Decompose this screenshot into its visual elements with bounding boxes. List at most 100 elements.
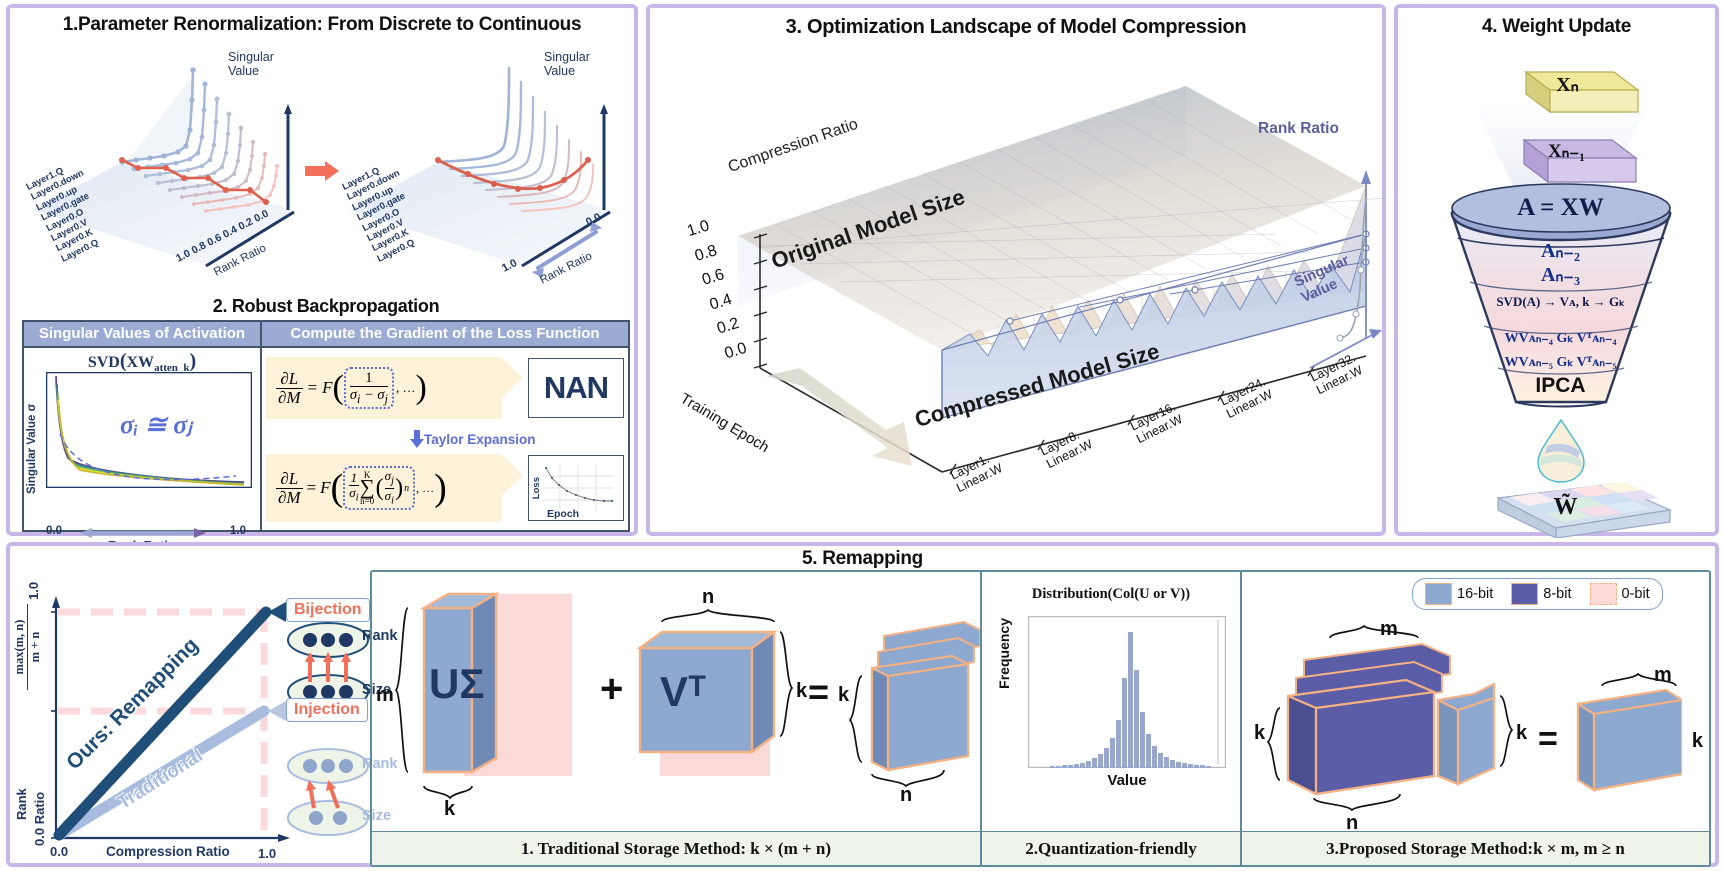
landscape-3d-svg xyxy=(738,86,1387,475)
weight-update-body: Xₙ Xₙ₋₁ A = XW Aₙ₋₂ Aₙ₋₃ SVD(A) → Vᴀ, k … xyxy=(1398,42,1723,538)
label-xn-1: Xₙ₋₁ xyxy=(1547,141,1586,162)
funnel-label-ipca: IPCA xyxy=(1535,374,1586,397)
training-epoch-arrow xyxy=(766,368,912,466)
swatch-16bit-icon xyxy=(1425,583,1452,605)
panel2-title: 2. Robust Backpropagation xyxy=(212,296,440,316)
plot-continuous-3d: Singular Value Layer1.Q Layer0.down Laye… xyxy=(340,42,622,292)
cell-quantization-friendly: Distribution(Col(U or V)) Frequency Valu… xyxy=(982,572,1242,865)
cell-traditional-storage: + = m k UΣ n k Vᵀ k n 1. Traditional Sto… xyxy=(372,572,982,865)
dim-n-v: n xyxy=(702,586,715,608)
dim-m-u: m xyxy=(376,684,394,706)
dim-k-mid: k xyxy=(1516,722,1528,744)
dim-k-u: k xyxy=(444,798,456,820)
funnel-formula-an3: Aₙ₋₃ xyxy=(1541,264,1580,286)
singular-value-axis-left: Singular Value xyxy=(228,50,274,79)
x-tick-hi: 1.0 xyxy=(258,846,277,861)
matrix-label-usigma: UΣ xyxy=(429,660,485,707)
funnel-formula-a-xw: A = XW xyxy=(1517,194,1604,221)
weight-update-svg xyxy=(1450,70,1673,538)
label-xn: Xₙ xyxy=(1556,74,1579,96)
swatch-0bit-icon xyxy=(1589,583,1617,605)
distribution-histogram xyxy=(1028,616,1226,768)
p2-x-hi: 1.0 xyxy=(230,525,246,537)
x-axis-label: Compression Ratio xyxy=(106,844,230,859)
y-axis-fraction: max(m, n) m + n xyxy=(12,604,43,690)
panel5-title: 5. Remapping xyxy=(802,548,923,569)
svg-text:+: + xyxy=(600,667,623,711)
dim-k-result: k xyxy=(838,684,850,706)
dim-k-stack: k xyxy=(1254,722,1266,744)
layer-tick-labels-left: Layer1.Q Layer0.down Layer0.up Layer0.ga… xyxy=(24,164,224,292)
dim-k-v: k xyxy=(796,680,808,702)
bijection-diagram xyxy=(287,622,369,710)
swatch-8bit-icon xyxy=(1511,583,1539,605)
nan-result-box: NAN xyxy=(528,358,624,418)
svd-caption: SVD(XWatten_k) xyxy=(87,350,197,375)
frequency-axis-label-wrap: Frequency xyxy=(996,618,1012,768)
p2-x-lo: 0.0 xyxy=(46,525,62,537)
panel-parameter-renormalization: 1.Parameter Renormalization: From Discre… xyxy=(6,4,638,553)
funnel-formula-wv4: WVᴀₙ₋₄ Gₖ Vᵀᴀₙ₋₄ xyxy=(1504,331,1617,346)
droplet-icon xyxy=(1537,418,1585,483)
x-tick-lo: 0.0 xyxy=(50,844,69,859)
loss-curve-box: Loss Epoch xyxy=(528,455,624,521)
layer-tick-labels-right: Layer1.Q Layer0.down Layer0.up Layer0.ga… xyxy=(340,164,416,264)
value-axis-label: Value xyxy=(1107,772,1147,789)
matrix-label-vt: Vᵀ xyxy=(660,668,707,715)
panel4-title: 4. Weight Update xyxy=(1482,16,1631,37)
dim-k-result-proposed: k xyxy=(1691,730,1703,752)
remapping-chart: 1.0 max(m, n) m + n Rank 0.0 Ratio 0.0 C… xyxy=(10,570,397,867)
svg-text:=: = xyxy=(1538,720,1558,758)
transition-arrow xyxy=(305,160,339,182)
sigma-equality: σᵢ ≅ σⱼ xyxy=(120,410,192,439)
p2-y-axis-label: Singular Value σ xyxy=(26,403,38,494)
gradient-formula-2: ∂L ∂M = F ( 1 σi K ∑ n=0 (σj σi) n , …… xyxy=(266,454,523,522)
tag-bijection: Bijection xyxy=(286,598,370,622)
caption-traditional-storage: 1. Traditional Storage Method: k × (m + … xyxy=(372,831,980,865)
svg-text:=: = xyxy=(808,671,829,712)
legend-16bit: 16-bit xyxy=(1425,583,1493,605)
singular-values-column: Singular Values of Activation SVD(XWatte… xyxy=(24,322,262,553)
panel-optimization-landscape: 3. Optimization Landscape of Model Compr… xyxy=(646,4,1387,536)
loss-y-label: Loss xyxy=(531,476,542,500)
frequency-axis-label: Frequency xyxy=(996,618,1012,689)
down-arrow-icon xyxy=(410,430,424,448)
funnel-formula-wv5: WVᴀₙ₋₅ Gₖ Vᵀᴀₙ₋₅ xyxy=(1504,355,1617,370)
output-label-w-tilde: W̃ xyxy=(1553,494,1578,520)
caption-quantization: 2.Quantization-friendly xyxy=(982,831,1240,865)
panel1-plots-row: Singular Value Layer1.Q Layer0.down Laye… xyxy=(10,42,642,292)
loss-x-label: Epoch xyxy=(547,508,580,520)
y-tick-hi: 1.0 xyxy=(26,581,41,600)
loss-curve-plot xyxy=(542,464,614,512)
rank-ratio-axis-label: Rank Ratio xyxy=(1258,120,1339,137)
y-axis-ratio-label: 0.0 Ratio xyxy=(32,791,47,846)
legend-8bit: 8-bit xyxy=(1511,583,1572,605)
plot-discrete-3d: Singular Value Layer1.Q Layer0.down Laye… xyxy=(24,42,306,292)
caption-proposed-storage: 3.Proposed Storage Method:k × m, m ≥ n xyxy=(1242,831,1709,865)
col2-header: Compute the Gradient of the Loss Functio… xyxy=(262,322,628,348)
panel-robust-backpropagation: Singular Values of Activation SVD(XWatte… xyxy=(22,320,630,553)
tag-injection: Injection xyxy=(286,698,368,722)
panel-remapping: 5. Remapping 1.0 max(m, n) m + n Rank 0.… xyxy=(6,542,1719,867)
landscape-3d-body: Compression Ratio 1.0 0.8 0.6 0.4 0.2 0.… xyxy=(650,38,1390,538)
bit-legend: 16-bit 8-bit 0-bit xyxy=(1412,578,1663,610)
panel5-body: 1.0 max(m, n) m + n Rank 0.0 Ratio 0.0 C… xyxy=(10,570,1715,867)
panel1-title: 1.Parameter Renormalization: From Discre… xyxy=(62,14,582,35)
taylor-expansion-row: Taylor Expansion xyxy=(262,428,628,450)
dim-m-result: m xyxy=(1654,664,1672,686)
injection-diagram xyxy=(287,748,369,836)
funnel-formula-svd: SVD(A) → Vᴀ, k → Gₖ xyxy=(1496,294,1625,309)
legend-0bit: 0-bit xyxy=(1589,583,1650,605)
distribution-title: Distribution(Col(U or V)) xyxy=(1031,586,1191,602)
dim-n-result: n xyxy=(900,784,913,806)
cell-proposed-storage: 16-bit 8-bit 0-bit = m k n k m k 3.Propo… xyxy=(1242,572,1709,865)
panel-weight-update: 4. Weight Update Xₙ Xₙ₋₁ A = XW Aₙ₋₂ Aₙ₋… xyxy=(1394,4,1719,538)
proposed-storage-diagram: = xyxy=(1266,624,1682,812)
col1-header: Singular Values of Activation xyxy=(24,322,260,348)
gradient-formula-1: ∂L ∂M = F ( 1 σi − σj , … ) xyxy=(266,357,523,419)
funnel-formula-an2: Aₙ₋₂ xyxy=(1541,240,1580,262)
gradient-column: Compute the Gradient of the Loss Functio… xyxy=(262,322,628,530)
y-axis-rank-label: Rank xyxy=(14,788,29,820)
storage-methods-row: + = m k UΣ n k Vᵀ k n 1. Traditional Sto… xyxy=(370,570,1711,867)
panel3-title: 3. Optimization Landscape of Model Compr… xyxy=(785,16,1247,38)
